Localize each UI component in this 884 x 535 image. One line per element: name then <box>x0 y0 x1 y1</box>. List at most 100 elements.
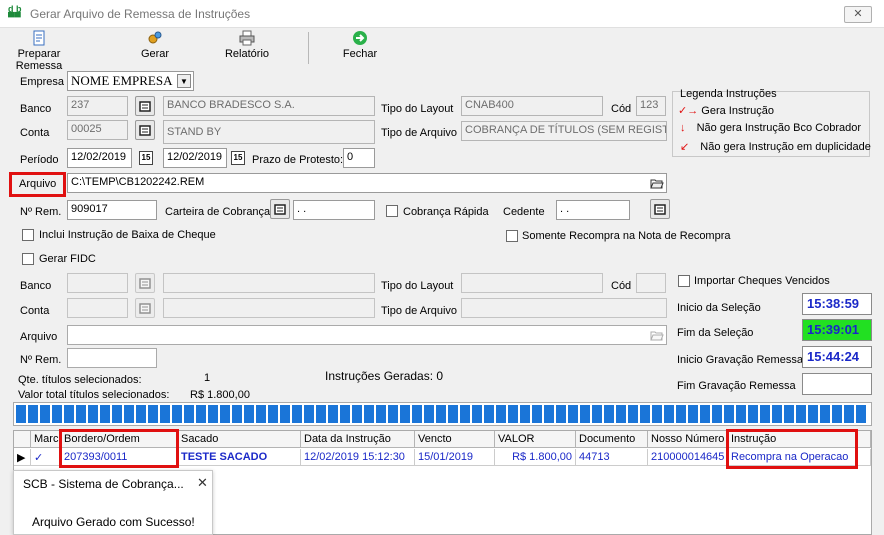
cell-sacado[interactable]: TESTE SACADO <box>178 449 301 466</box>
calendar-icon[interactable]: 15 <box>139 151 153 165</box>
banco-name-field[interactable]: BANCO BRADESCO S.A. <box>163 96 375 116</box>
cell-data[interactable]: 12/02/2019 15:12:30 <box>301 449 415 466</box>
tipo-layout-label: Tipo do Layout <box>381 103 454 115</box>
legend-nao-gera-bco-label: Não gera Instrução Bco Cobrador <box>696 122 862 134</box>
gerar-button[interactable]: Gerar <box>138 30 172 66</box>
progress-block <box>268 405 278 423</box>
progress-block <box>292 405 302 423</box>
banco-label: Banco <box>20 103 52 115</box>
fidc-tipo-arquivo-field[interactable] <box>461 298 667 318</box>
close-window-button[interactable]: ✕ <box>844 6 872 23</box>
col-header-documento[interactable]: Documento <box>576 431 648 448</box>
instrucoes-geradas: Instruções Geradas: 0 <box>325 369 444 383</box>
cobranca-rapida-label: Cobrança Rápida <box>403 206 489 218</box>
legend-title: Legenda Instruções <box>680 88 777 100</box>
col-header-data[interactable]: Data da Instrução <box>301 431 415 448</box>
folder-open-icon[interactable] <box>650 176 664 190</box>
fidc-conta-code-field[interactable] <box>67 298 128 318</box>
carteira-field[interactable]: . . <box>293 200 375 220</box>
fidc-arquivo-field[interactable] <box>67 325 667 345</box>
legend-nao-gera-dup-label: Não gera Instrução em duplicidade <box>700 141 871 153</box>
banco-code-field[interactable]: 237 <box>67 96 128 116</box>
empresa-select[interactable]: NOME EMPRESA ▼ <box>67 71 194 91</box>
col-header-nosso-numero[interactable]: Nosso Número <box>648 431 728 448</box>
fidc-tipo-arquivo-label: Tipo de Arquivo <box>381 305 458 317</box>
cobranca-rapida-checkbox[interactable] <box>386 205 398 217</box>
fechar-button[interactable]: Fechar <box>340 30 380 66</box>
progress-block <box>820 405 830 423</box>
progress-block <box>844 405 854 423</box>
relatorio-button[interactable]: Relatório <box>224 30 270 66</box>
progress-block <box>352 405 362 423</box>
calendar-icon[interactable]: 15 <box>231 151 245 165</box>
importar-cheques-checkbox[interactable] <box>678 275 690 287</box>
progress-block <box>184 405 194 423</box>
fidc-cod-label: Cód <box>611 280 632 292</box>
fidc-cod-field[interactable] <box>636 273 666 293</box>
cell-documento[interactable]: 44713 <box>576 449 648 466</box>
progress-block <box>616 405 626 423</box>
empresa-value: NOME EMPRESA <box>71 73 173 88</box>
progress-block <box>52 405 62 423</box>
lookup-icon <box>139 125 151 136</box>
lookup-icon <box>139 278 151 289</box>
conta-label: Conta <box>20 127 50 139</box>
inclui-baixa-label: Inclui Instrução de Baixa de Cheque <box>39 229 216 241</box>
chevron-down-icon[interactable]: ▼ <box>177 74 191 88</box>
inclui-baixa-checkbox[interactable] <box>22 229 34 241</box>
col-header-marca[interactable]: Marca <box>31 431 61 448</box>
fidc-arquivo-label: Arquivo <box>20 331 58 343</box>
cell-valor[interactable]: R$ 1.800,00 <box>495 449 576 466</box>
cell-marca[interactable]: ✓ <box>31 449 61 466</box>
row-indicator[interactable]: ▶ <box>14 449 31 466</box>
cedente-field[interactable]: . . <box>556 200 630 220</box>
relatorio-label: Relatório <box>224 48 270 60</box>
cod-field[interactable]: 123 <box>636 96 666 116</box>
tipo-layout-field[interactable]: CNAB400 <box>461 96 603 116</box>
preparar-remessa-button[interactable]: Preparar Remessa <box>2 30 76 72</box>
fidc-banco-name-field[interactable] <box>163 273 375 293</box>
progress-block <box>748 405 758 423</box>
nrem-field[interactable]: 909017 <box>67 200 157 220</box>
periodo-to-field[interactable]: 12/02/2019 <box>163 148 227 168</box>
fidc-conta-lookup-button[interactable] <box>135 298 155 318</box>
periodo-from-field[interactable]: 12/02/2019 <box>67 148 132 168</box>
col-header-valor[interactable]: VALOR <box>495 431 576 448</box>
somente-recompra-checkbox[interactable] <box>506 230 518 242</box>
col-header-vencto[interactable]: Vencto <box>415 431 495 448</box>
banco-lookup-button[interactable] <box>135 96 155 116</box>
app-icon: d b ▀▀ <box>8 4 22 22</box>
conta-code-field[interactable]: 00025 <box>67 120 128 140</box>
tipo-arquivo-field[interactable]: COBRANÇA DE TÍTULOS (SEM REGISTF <box>461 121 667 141</box>
arquivo-label: Arquivo <box>19 178 57 190</box>
lookup-icon <box>139 303 151 314</box>
prazo-protesto-field[interactable]: 0 <box>343 148 375 168</box>
inicio-gravacao-value: 15:44:24 <box>802 346 872 368</box>
progress-block <box>328 405 338 423</box>
fidc-banco-code-field[interactable] <box>67 273 128 293</box>
progress-block <box>280 405 290 423</box>
fidc-banco-lookup-button[interactable] <box>135 273 155 293</box>
folder-open-icon[interactable] <box>650 328 664 342</box>
progress-block <box>340 405 350 423</box>
preparar-remessa-label: Preparar Remessa <box>15 48 63 72</box>
progress-block <box>16 405 26 423</box>
carteira-lookup-button[interactable] <box>270 199 290 219</box>
conta-lookup-button[interactable] <box>135 120 155 140</box>
cedente-lookup-button[interactable] <box>650 199 670 219</box>
conta-name-field[interactable]: STAND BY <box>163 120 375 144</box>
cell-vencto[interactable]: 15/01/2019 <box>415 449 495 466</box>
arquivo-field[interactable]: C:\TEMP\CB1202242.REM <box>67 173 667 193</box>
progress-block <box>856 405 866 423</box>
cell-nosso-numero[interactable]: 210000014645 <box>648 449 728 466</box>
toolbar-separator <box>308 32 309 64</box>
toast-close-icon[interactable]: ✕ <box>197 475 208 491</box>
fidc-conta-name-field[interactable] <box>163 298 375 318</box>
window-title: Gerar Arquivo de Remessa de Instruções <box>30 7 251 21</box>
fidc-nrem-label: Nº Rem. <box>20 354 62 366</box>
gerar-fidc-checkbox[interactable] <box>22 253 34 265</box>
inicio-gravacao-label: Inicio Gravação Remessa <box>677 354 803 366</box>
fidc-nrem-field[interactable] <box>67 348 157 368</box>
col-header-sacado[interactable]: Sacado <box>178 431 301 448</box>
fidc-tipo-layout-field[interactable] <box>461 273 603 293</box>
